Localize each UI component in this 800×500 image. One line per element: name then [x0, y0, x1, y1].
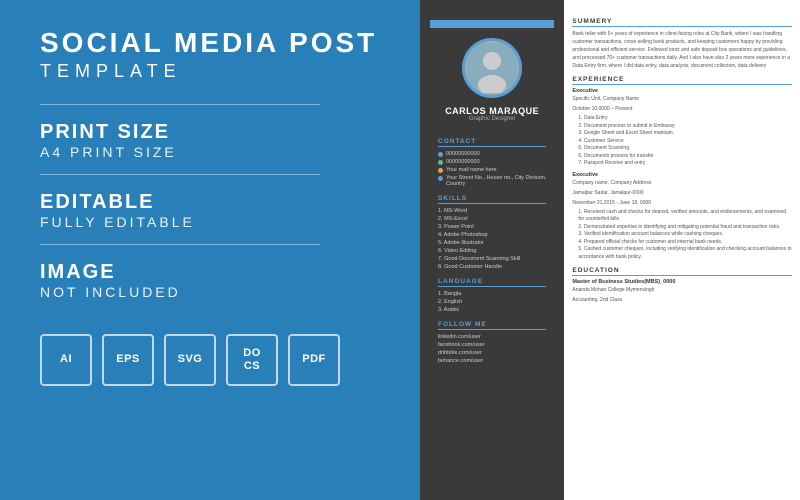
- exp2-item-1: 1. Received cash and checks for deposit,…: [572, 209, 792, 224]
- exp-item-2: 2. Document process to submit in Embassy: [572, 123, 792, 131]
- resume-sidebar: CARLOS MARAQUE Graphic Designer CONTACT …: [420, 0, 564, 500]
- exp2-item-4: 4. Prepared official checks for customer…: [572, 239, 792, 247]
- dot-blue-1: [438, 152, 443, 157]
- skills-title: SKILLS: [438, 195, 546, 204]
- exp-sub-1: Executive: [572, 88, 792, 94]
- divider-3: [40, 244, 320, 245]
- feature-editable: EDITABLE FULLY EDITABLE: [40, 191, 195, 230]
- avatar: [462, 38, 522, 98]
- exp-item-5: 5. Document Scanning: [572, 145, 792, 153]
- edu-degree: Master of Business Studies(MBS)_0000: [572, 279, 792, 285]
- skill-6: 6. Video Editing: [438, 248, 546, 254]
- edu-institution: Ananda Mohan College Mymensingh: [572, 286, 792, 294]
- skill-8: 8. Good Customer Handle: [438, 264, 546, 270]
- contact-phone2: 00000000000: [438, 159, 546, 165]
- formats-row: AI EPS SVG DOCS PDF: [40, 334, 340, 386]
- exp-item-1: 1. Data Entry: [572, 115, 792, 123]
- experience-title: EXPERIENCE: [572, 76, 792, 85]
- exp2-item-5: 5. Cashed customer cheques, including ve…: [572, 246, 792, 261]
- feature-label-2: EDITABLE: [40, 191, 195, 214]
- contact-title: CONTACT: [438, 138, 546, 147]
- summary-text: Bank teller with 5+ years of experience …: [572, 30, 792, 70]
- follow-title: FOLLOW ME: [438, 321, 546, 330]
- exp-item-4: 4. Customer Service: [572, 138, 792, 146]
- skill-3: 3. Power Point: [438, 224, 546, 230]
- skill-1: 1. MS-Word: [438, 208, 546, 214]
- format-pdf: PDF: [288, 334, 340, 386]
- feature-value-2: FULLY EDITABLE: [40, 214, 195, 230]
- main-title: SOCIAL MEDIA POST: [40, 28, 377, 59]
- divider-1: [40, 104, 320, 105]
- skill-2: 2. MS-Excel: [438, 216, 546, 222]
- lang-1: 1. Bangla: [438, 291, 546, 297]
- lang-2: 2. English: [438, 299, 546, 305]
- exp-company-2: Company name, Company Address: [572, 179, 792, 187]
- exp-date-2: November 21,2015 - June 18, 0000: [572, 199, 792, 207]
- feature-label-1: PRINT SIZE: [40, 121, 177, 144]
- exp2-item-2: 2. Demonstrated expertise in identifying…: [572, 224, 792, 232]
- teal-bar: [430, 20, 554, 28]
- exp-item-7: 7. Passport Receive and entry: [572, 160, 792, 168]
- exp-location-2: Jamalpur Sadar, Jamalpur-0000: [572, 189, 792, 197]
- exp-date-1: October 10,0000 – Present: [572, 105, 792, 113]
- skill-4: 4. Adobe Photoshop: [438, 232, 546, 238]
- resume-role: Graphic Designer: [469, 116, 516, 122]
- lang-3: 3. Arabic: [438, 307, 546, 313]
- feature-value-3: NOT INCLUDED: [40, 284, 181, 300]
- divider-2: [40, 174, 320, 175]
- follow-4: behance.com/user: [438, 358, 546, 364]
- exp-item-6: 6. Documents process for transfer: [572, 153, 792, 161]
- skill-7: 7. Good Document Scanning Skill: [438, 256, 546, 262]
- contact-address: Your Street No., House no., City Divisio…: [438, 175, 546, 187]
- exp2-item-3: 3. Verified identification account balan…: [572, 231, 792, 239]
- exp-item-3: 3. Google Sheet and Excel Sheet maintain…: [572, 130, 792, 138]
- right-panel: CARLOS MARAQUE Graphic Designer CONTACT …: [420, 0, 800, 500]
- follow-3: dribbble.com/user: [438, 350, 546, 356]
- feature-image: IMAGE NOT INCLUDED: [40, 261, 181, 300]
- feature-value-1: A4 PRINT SIZE: [40, 144, 177, 160]
- follow-1: linkedin.com/user: [438, 334, 546, 340]
- skill-5: 5. Adobe Illustrator: [438, 240, 546, 246]
- resume-container: CARLOS MARAQUE Graphic Designer CONTACT …: [420, 0, 800, 500]
- dot-blue-2: [438, 176, 443, 181]
- format-eps: EPS: [102, 334, 154, 386]
- exp-sub-2: Executive: [572, 172, 792, 178]
- language-title: LANGUAGE: [438, 278, 546, 287]
- sub-title: TEMPLATE: [40, 61, 182, 82]
- feature-label-3: IMAGE: [40, 261, 181, 284]
- exp-company-1: Specific Unit, Company Name: [572, 95, 792, 103]
- format-docs: DOCS: [226, 334, 278, 386]
- format-svg: SVG: [164, 334, 216, 386]
- summary-title: SUMMERY: [572, 18, 792, 27]
- edu-major: Accounting, 2nd Class: [572, 296, 792, 304]
- feature-print-size: PRINT SIZE A4 PRINT SIZE: [40, 121, 177, 160]
- follow-2: facebook.com/user: [438, 342, 546, 348]
- resume-main: SUMMERY Bank teller with 5+ years of exp…: [564, 0, 800, 500]
- dot-green-1: [438, 160, 443, 165]
- format-ai: AI: [40, 334, 92, 386]
- dot-orange-1: [438, 168, 443, 173]
- education-title: EDUCATION: [572, 267, 792, 276]
- left-panel: SOCIAL MEDIA POST TEMPLATE PRINT SIZE A4…: [0, 0, 420, 500]
- contact-phone1: 00000000000: [438, 151, 546, 157]
- resume-name: CARLOS MARAQUE: [445, 106, 539, 116]
- contact-email: Your mail name here: [438, 167, 546, 173]
